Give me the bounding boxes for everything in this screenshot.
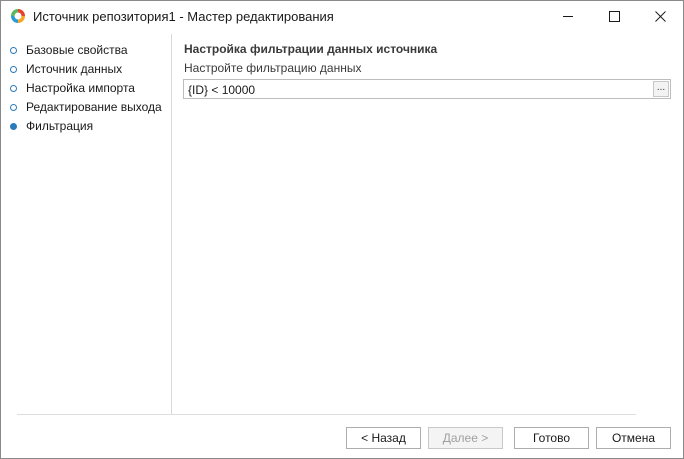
filter-expression-field[interactable]: {ID} < 10000 ... — [183, 79, 671, 99]
nav-item-output-editing[interactable]: Редактирование выхода — [10, 98, 162, 116]
nav-item-label: Источник данных — [26, 62, 123, 76]
nav-item-label: Настройка импорта — [26, 81, 135, 95]
window-title: Источник репозитория1 - Мастер редактиро… — [33, 9, 334, 24]
cancel-button[interactable]: Отмена — [596, 427, 671, 449]
nav-item-basic-properties[interactable]: Базовые свойства — [10, 41, 128, 59]
open-expression-editor-button[interactable]: ... — [653, 81, 669, 97]
step-circle-icon — [10, 103, 17, 111]
step-current-icon — [10, 122, 17, 130]
step-circle-icon — [10, 84, 17, 92]
nav-item-import-settings[interactable]: Настройка импорта — [10, 79, 135, 97]
step-circle-icon — [10, 65, 17, 73]
nav-item-label: Фильтрация — [26, 119, 94, 133]
nav-item-label: Базовые свойства — [26, 43, 128, 57]
close-button[interactable] — [637, 1, 683, 32]
wizard-window: Источник репозитория1 - Мастер редактиро… — [0, 0, 684, 459]
nav-item-data-source[interactable]: Источник данных — [10, 60, 122, 78]
minimize-button[interactable] — [545, 1, 591, 32]
step-circle-icon — [10, 46, 17, 54]
nav-item-filtering[interactable]: Фильтрация — [10, 117, 93, 135]
maximize-icon — [608, 11, 620, 22]
minimize-icon — [562, 16, 573, 17]
nav-divider — [171, 34, 172, 414]
close-icon — [654, 11, 666, 22]
done-button[interactable]: Готово — [514, 427, 589, 449]
filter-field-label: Настройте фильтрацию данных — [184, 61, 362, 75]
wizard-app-icon — [9, 7, 27, 25]
nav-item-label: Редактирование выхода — [26, 100, 162, 114]
title-bar: Источник репозитория1 - Мастер редактиро… — [1, 1, 683, 32]
maximize-button[interactable] — [591, 1, 637, 32]
next-button[interactable]: Далее > — [428, 427, 503, 449]
back-button[interactable]: < Назад — [346, 427, 421, 449]
filter-expression-value: {ID} < 10000 — [188, 83, 256, 97]
wizard-steps-nav: Базовые свойства Источник данных Настрой… — [1, 32, 171, 414]
footer-divider — [17, 414, 636, 415]
section-title: Настройка фильтрации данных источника — [184, 42, 438, 56]
